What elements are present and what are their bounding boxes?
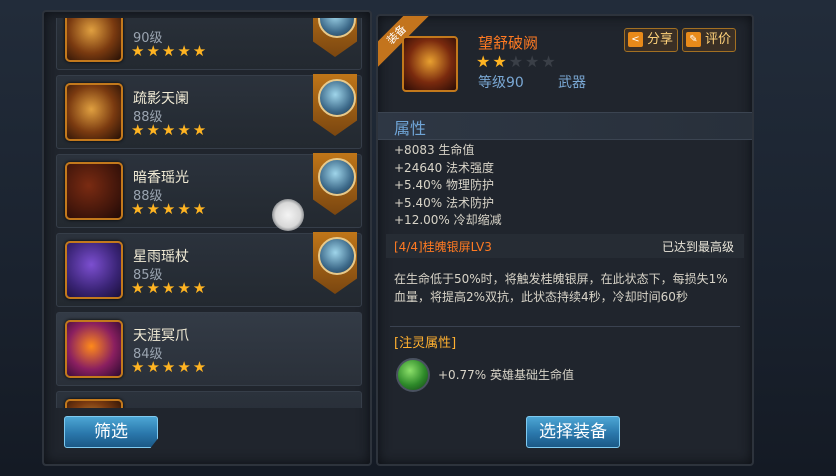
item-type: 武器 — [558, 75, 586, 91]
stat-line: +5.40% 物理防护 — [394, 178, 494, 192]
share-label: 分享 — [647, 32, 674, 47]
hero-portrait-icon — [318, 18, 356, 38]
list-item[interactable] — [56, 391, 362, 408]
list-item[interactable]: 星雨瑶杖 85级 ★★★★★ — [56, 232, 362, 307]
item-name: 暗香瑶光 — [133, 170, 189, 186]
hero-badge — [313, 232, 357, 294]
item-icon — [65, 241, 123, 299]
skill-description: 在生命低于50%时，将触发桂魄银屏，在此状态下，每损失1%血量，将提高2%双抗，… — [394, 272, 728, 304]
item-stars: ★★★★★ — [131, 358, 209, 376]
rate-label: 评价 — [705, 32, 732, 47]
stat-line: +24640 法术强度 — [394, 160, 495, 175]
item-name: 天涯冥爪 — [133, 328, 189, 344]
list-item[interactable]: 90级 ★★★★★ — [56, 18, 362, 70]
spirit-title: [注灵属性] — [394, 336, 457, 351]
star-filled-icon: ★ — [492, 52, 509, 71]
hero-portrait-icon — [318, 237, 356, 275]
item-stars: ★★★★★ — [131, 121, 209, 139]
item-name: 星雨瑶杖 — [133, 249, 189, 265]
star-filled-icon: ★ — [476, 52, 493, 71]
select-equipment-button[interactable]: 选择装备 — [526, 416, 620, 448]
section-title: 属性 — [394, 119, 427, 138]
equipment-detail-panel: 装备 望舒破阙 ★★★★★ 等级90 武器 < 分享 ✎ 评价 属性 +8083… — [376, 14, 754, 466]
stat-list: +8083 生命值 +24640 法术强度 +5.40% 物理防护 +5.40%… — [394, 142, 502, 230]
filter-button[interactable]: 筛选 — [64, 416, 158, 448]
hero-badge — [313, 153, 357, 215]
stat-line: +12.00% 冷却缩减 — [394, 213, 502, 227]
weapon-icon — [402, 36, 458, 92]
item-icon — [65, 18, 123, 62]
stat-line: +5.40% 法术防护 — [394, 195, 494, 210]
item-icon — [65, 399, 123, 408]
item-level: 等级90 — [478, 75, 524, 91]
equipment-list-panel: 90级 ★★★★★ 疏影天阑 88级 ★★★★★ 暗香瑶光 88级 ★★★★★ — [42, 10, 372, 466]
item-rating-stars: ★★★★★ — [476, 52, 558, 71]
touch-indicator — [272, 199, 304, 231]
item-icon — [65, 162, 123, 220]
skill-bar: [4/4]桂魄银屏LV3 已达到最高级 — [386, 234, 744, 258]
divider — [390, 326, 740, 327]
star-empty-icon: ★ — [508, 52, 526, 71]
item-stars: ★★★★★ — [131, 200, 209, 218]
hero-badge — [313, 74, 357, 136]
list-item[interactable]: 暗香瑶光 88级 ★★★★★ — [56, 153, 362, 228]
skill-status: 已达到最高级 — [661, 240, 734, 254]
item-icon — [65, 83, 123, 141]
hero-portrait-icon — [318, 79, 356, 117]
hero-portrait-icon — [318, 158, 356, 196]
stat-line: +8083 生命值 — [394, 143, 475, 157]
item-icon — [65, 320, 123, 378]
item-stars: ★★★★★ — [131, 42, 209, 60]
item-stars: ★★★★★ — [131, 279, 209, 297]
item-title: 望舒破阙 — [478, 34, 539, 52]
share-button[interactable]: < 分享 — [624, 28, 679, 52]
share-icon: < — [628, 32, 643, 47]
attributes-header: 属性 — [378, 112, 752, 140]
rate-button[interactable]: ✎ 评价 — [682, 28, 737, 52]
attributes-scroll-area[interactable]: +8083 生命值 +24640 法术强度 +5.40% 物理防护 +5.40%… — [378, 140, 752, 392]
hero-badge — [313, 18, 357, 57]
edit-icon: ✎ — [686, 32, 701, 47]
star-empty-icon: ★ — [541, 52, 558, 71]
gem-icon — [396, 358, 430, 392]
spirit-stat: +0.77% 英雄基础生命值 — [438, 368, 574, 382]
star-empty-icon: ★ — [525, 52, 542, 71]
list-item[interactable]: 天涯冥爪 84级 ★★★★★ — [56, 312, 362, 386]
skill-name: [4/4]桂魄银屏LV3 — [394, 240, 492, 254]
item-name: 疏影天阑 — [133, 91, 189, 107]
equipment-list[interactable]: 90级 ★★★★★ 疏影天阑 88级 ★★★★★ 暗香瑶光 88级 ★★★★★ — [56, 18, 362, 408]
list-item[interactable]: 疏影天阑 88级 ★★★★★ — [56, 74, 362, 149]
